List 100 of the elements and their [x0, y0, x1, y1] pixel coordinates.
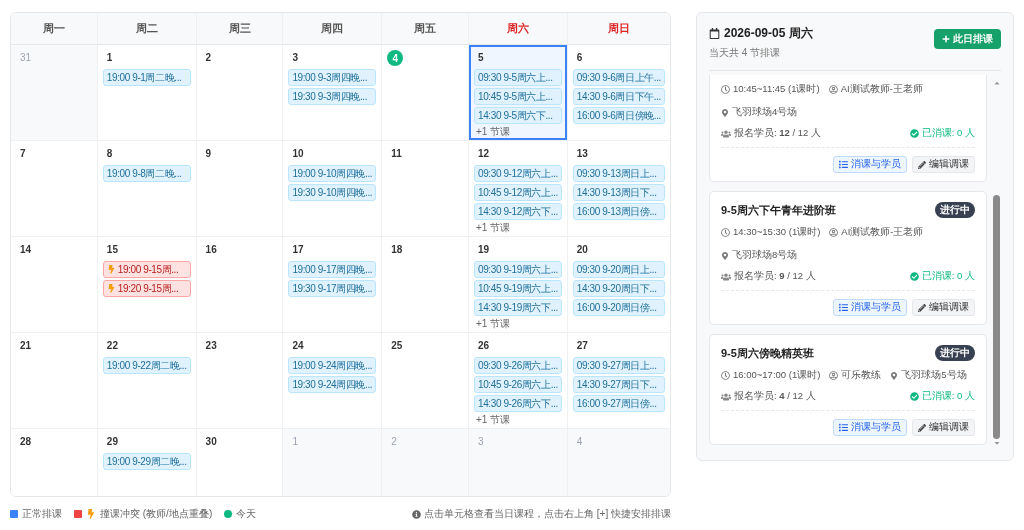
day-cell[interactable]: 5 09:30 9-5周六上... 10:45 9-5周六上... 14:30 9-5周六下... +1 节课 — [469, 45, 568, 141]
students-button[interactable]: 消课与学员 — [833, 156, 907, 173]
event-chip[interactable]: 14:30 9-13周日下... — [572, 184, 665, 201]
venue-name: 飞羽球场5号场 — [901, 369, 967, 382]
day-cell[interactable]: 21 — [11, 333, 98, 429]
map-pin-icon — [721, 108, 729, 117]
day-number: 9 — [204, 147, 213, 161]
day-number: 6 — [575, 51, 584, 65]
day-cell[interactable]: 1 19:00 9-1周二晚... — [97, 45, 197, 141]
day-number: 12 — [477, 147, 491, 161]
event-chip[interactable]: 19:00 9-17周四晚... — [288, 261, 377, 278]
event-chip[interactable]: 09:30 9-12周六上... — [474, 165, 562, 182]
event-chip[interactable]: 19:30 9-24周四晚... — [288, 376, 377, 393]
day-cell[interactable]: 9 — [196, 141, 284, 237]
more-link[interactable]: +1 节课 — [474, 318, 511, 329]
day-number: 16 — [204, 243, 218, 257]
students-button[interactable]: 消课与学员 — [833, 419, 907, 436]
event-chip[interactable]: 09:30 9-6周日上午... — [572, 69, 665, 86]
day-cell[interactable]: 28 — [11, 429, 98, 496]
day-cell[interactable]: 2 — [196, 45, 284, 141]
weekday-header: 周四 — [283, 13, 383, 45]
more-link[interactable]: +1 节课 — [474, 414, 511, 425]
event-chip[interactable]: 09:30 9-20周日上... — [572, 261, 665, 278]
day-cell[interactable]: 16 — [196, 237, 284, 333]
day-cell[interactable]: 22 19:00 9-22周二晚... — [97, 333, 197, 429]
day-number: 2 — [204, 51, 213, 65]
user-icon — [829, 371, 839, 380]
map-pin-icon — [721, 251, 729, 260]
event-chip[interactable]: 10:45 9-26周六上... — [474, 376, 562, 393]
event-chip[interactable]: 19:00 9-8周二晚... — [102, 165, 191, 182]
event-chip[interactable]: 10:45 9-12周六上... — [474, 184, 562, 201]
user-icon — [828, 85, 838, 94]
day-cell[interactable]: 7 — [11, 141, 98, 237]
event-chip[interactable]: 14:30 9-6周日下午... — [572, 88, 665, 105]
event-chip[interactable]: 09:30 9-13周日上... — [572, 165, 665, 182]
students-button[interactable]: 消课与学员 — [833, 299, 907, 316]
event-chip[interactable]: 19:00 9-3周四晚... — [288, 69, 377, 86]
hint-text: 点击单元格查看当日课程，点击右上角 [+] 快捷安排排课 — [424, 507, 671, 521]
add-schedule-button[interactable]: 此日排课 — [934, 29, 1001, 49]
event-chip[interactable]: 19:00 9-22周二晚... — [102, 357, 191, 374]
event-chip[interactable]: 09:30 9-19周六上... — [474, 261, 562, 278]
event-chip[interactable]: 14:30 9-26周六下... — [474, 395, 562, 412]
event-chip[interactable]: 09:30 9-27周日上... — [572, 357, 665, 374]
more-link[interactable]: +1 节课 — [474, 126, 511, 137]
day-number: 7 — [19, 147, 27, 161]
event-chip[interactable]: 14:30 9-19周六下... — [474, 299, 562, 316]
event-chip[interactable]: 19:00 9-10周四晚... — [288, 165, 377, 182]
day-cell[interactable]: 23 — [196, 333, 284, 429]
venue-name: 飞羽球场4号场 — [732, 106, 798, 119]
event-chip[interactable]: 19:00 9-1周二晚... — [102, 69, 191, 86]
day-number: 30 — [204, 435, 218, 449]
day-cell[interactable]: 3 19:00 9-3周四晚... 19:30 9-3周四晚... — [283, 45, 383, 141]
edit-button[interactable]: 编辑调课 — [912, 156, 975, 173]
more-link[interactable]: +1 节课 — [474, 222, 511, 233]
day-number: 8 — [105, 147, 114, 161]
event-chip[interactable]: 10:45 9-19周六上... — [474, 280, 562, 297]
edit-button[interactable]: 编辑调课 — [912, 299, 975, 316]
event-chip[interactable]: 19:30 9-10周四晚... — [288, 184, 377, 201]
event-chip[interactable]: 19:00 9-24周四晚... — [288, 357, 377, 374]
day-cell[interactable]: 24 19:00 9-24周四晚... 19:30 9-24周四晚... — [283, 333, 383, 429]
event-chip[interactable]: 10:45 9-5周六上... — [474, 88, 562, 105]
day-cell[interactable]: 26 09:30 9-26周六上... 10:45 9-26周六上... 14:30 9-26周六下... +1 节课 — [469, 333, 568, 429]
day-cell[interactable]: 8 19:00 9-8周二晚... — [97, 141, 197, 237]
event-chip[interactable]: 19:00 9-29周二晚... — [102, 453, 191, 470]
weekday-header: 周二 — [97, 13, 197, 45]
day-cell[interactable]: 11 — [382, 141, 470, 237]
event-chip[interactable]: 09:30 9-5周六上... — [474, 69, 562, 86]
event-chip[interactable]: 14:30 9-5周六下... — [474, 107, 562, 124]
clock-icon — [721, 228, 730, 237]
event-chip[interactable]: 14:30 9-27周日下... — [572, 376, 665, 393]
event-chip[interactable]: 16:00 9-27周日傍... — [572, 395, 665, 412]
event-chip[interactable]: 14:30 9-20周日下... — [572, 280, 665, 297]
weekday-header: 周一 — [11, 13, 98, 45]
event-chip[interactable]: 16:00 9-20周日傍... — [572, 299, 665, 316]
event-chip[interactable]: 19:30 9-17周四晚... — [288, 280, 377, 297]
day-cell[interactable]: 17 19:00 9-17周四晚... 19:30 9-17周四晚... — [283, 237, 383, 333]
day-number: 31 — [19, 51, 33, 65]
event-chip[interactable]: 16:00 9-13周日傍... — [572, 203, 665, 220]
event-chip[interactable]: 14:30 9-12周六下... — [474, 203, 562, 220]
day-number: 19 — [477, 243, 491, 257]
enrolled-count: 报名学员: 12 / 12 人 — [734, 127, 821, 140]
scrollbar-thumb[interactable] — [993, 195, 1000, 439]
day-number: 10 — [291, 147, 305, 161]
day-number: 11 — [390, 147, 403, 161]
event-chip[interactable]: 16:00 9-6周日傍晚... — [572, 107, 665, 124]
day-cell[interactable]: 10 19:00 9-10周四晚... 19:30 9-10周四晚... — [283, 141, 383, 237]
event-chip[interactable]: 09:30 9-26周六上... — [474, 357, 562, 374]
lesson-title: 9-5周六下午青年进阶班 — [721, 202, 836, 218]
day-cell[interactable]: 18 — [382, 237, 470, 333]
conflict-event[interactable]: 19:00 9-15周... — [102, 261, 191, 278]
event-chip[interactable]: 19:30 9-3周四晚... — [288, 88, 377, 105]
day-cell[interactable]: 15 19:00 9-15周... 19:20 9-15周... — [97, 237, 197, 333]
day-cell[interactable]: 12 09:30 9-12周六上... 10:45 9-12周六上... 14:30 9-12周六下... +1 节课 — [469, 141, 568, 237]
conflict-event[interactable]: 19:20 9-15周... — [102, 280, 191, 297]
edit-button[interactable]: 编辑调课 — [912, 419, 975, 436]
calendar-icon — [709, 28, 720, 39]
day-cell[interactable]: 25 — [382, 333, 470, 429]
day-cell[interactable]: 14 — [11, 237, 98, 333]
list-icon — [839, 160, 848, 169]
day-cell[interactable]: 19 09:30 9-19周六上... 10:45 9-19周六上... 14:30 9-19周六下... +1 节课 — [469, 237, 568, 333]
